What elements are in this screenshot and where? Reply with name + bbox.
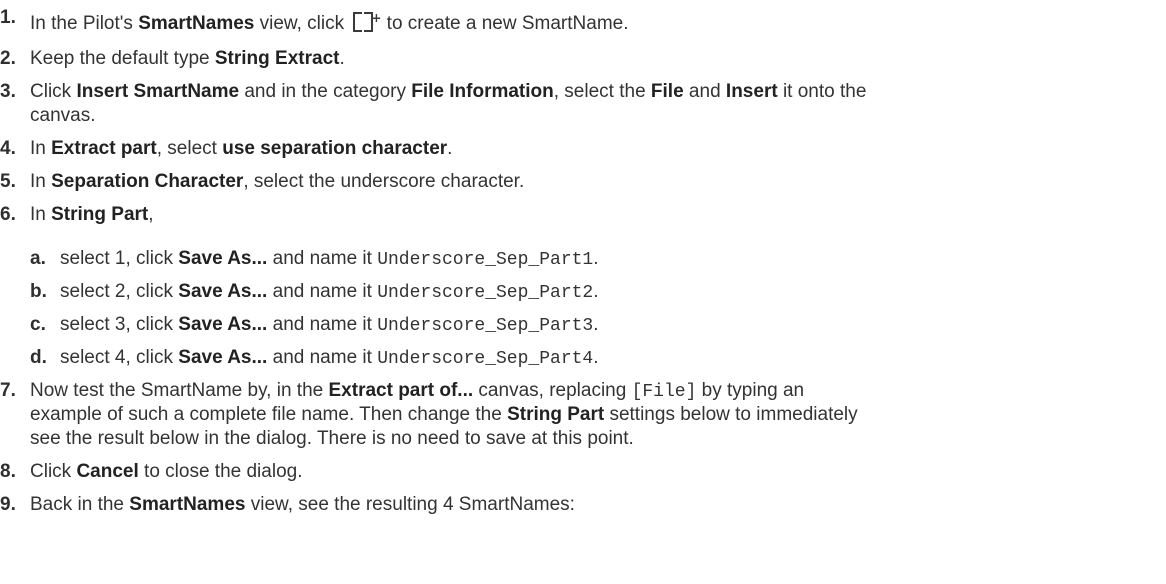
substep-text: select 2, click Save As... and name it U… xyxy=(60,281,599,303)
substep-letter: a. xyxy=(30,248,46,269)
step-number: 3. xyxy=(0,81,16,102)
step-text: Keep the default type String Extract. xyxy=(30,48,345,69)
substep-letter: b. xyxy=(30,281,47,302)
step-number: 9. xyxy=(0,494,16,515)
substep-letter: c. xyxy=(30,314,46,335)
step-text: In String Part, xyxy=(30,204,154,225)
step-text: In Extract part, select use separation c… xyxy=(30,138,453,159)
step-number: 2. xyxy=(0,48,16,69)
step-number: 6. xyxy=(0,204,16,225)
step-text: In the Pilot's SmartNames view, click + … xyxy=(30,10,629,34)
step-number: 5. xyxy=(0,171,16,192)
step-text: Click Cancel to close the dialog. xyxy=(30,461,303,482)
instruction-document: 1. In the Pilot's SmartNames view, click… xyxy=(0,7,867,515)
step-text: In Separation Character, select the unde… xyxy=(30,171,525,192)
step-number: 7. xyxy=(0,380,16,401)
substep-letter: d. xyxy=(30,347,47,368)
step-number: 1. xyxy=(0,7,16,28)
substep-text: select 3, click Save As... and name it U… xyxy=(60,314,599,336)
step-number: 4. xyxy=(0,138,16,159)
step-text: Now test the SmartName by, in the Extrac… xyxy=(30,380,805,402)
smartname-new-icon[interactable]: + xyxy=(351,10,381,32)
substep-text: select 4, click Save As... and name it U… xyxy=(60,347,599,369)
step-text: Click Insert SmartName and in the catego… xyxy=(30,81,867,102)
step-text: Back in the SmartNames view, see the res… xyxy=(30,494,575,515)
substep-text: select 1, click Save As... and name it U… xyxy=(60,248,599,270)
step-number: 8. xyxy=(0,461,16,482)
